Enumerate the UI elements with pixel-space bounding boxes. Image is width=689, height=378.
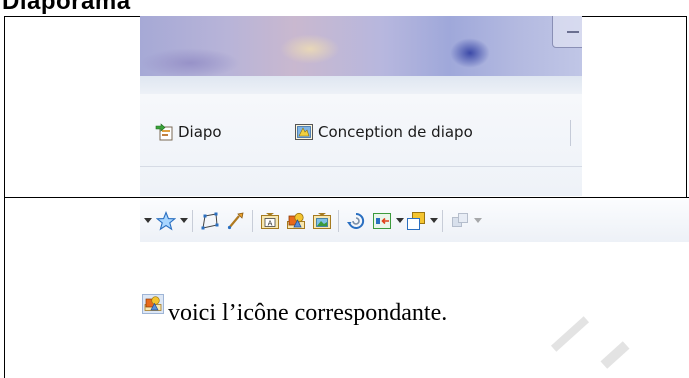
insert-image-icon: [142, 294, 164, 314]
extrusion-icon[interactable]: [450, 211, 470, 231]
toolbar-dropdown-arrow[interactable]: [396, 218, 404, 223]
ribbon-tab-strip: [140, 76, 582, 94]
ribbon-screenshot: Diapo Conception de diapo: [140, 16, 582, 196]
ribbon-group-divider: [140, 166, 582, 167]
new-slide-icon: [155, 123, 173, 141]
frame-right-border: [686, 16, 687, 198]
titlebar-blur: [140, 48, 240, 78]
arrange-icon[interactable]: [406, 211, 426, 231]
minimize-button[interactable]: [552, 16, 582, 48]
caption-text: voici l’icône correspondante.: [168, 300, 448, 326]
decorative-mark: [550, 316, 590, 352]
titlebar-blur: [280, 34, 340, 64]
toolbar-dropdown-arrow[interactable]: [180, 218, 188, 223]
new-slide-button[interactable]: Diapo: [154, 118, 222, 146]
toolbar-separator: [338, 210, 339, 232]
slide-design-button[interactable]: Conception de diapo: [294, 118, 473, 146]
decorative-mark: [600, 341, 630, 369]
star-shapes-icon[interactable]: [156, 211, 176, 231]
toolbar-separator: [192, 210, 193, 232]
slide-design-label: Conception de diapo: [318, 123, 473, 141]
new-slide-label: Diapo: [178, 123, 222, 141]
ribbon-separator: [570, 120, 571, 146]
gallery-image-icon[interactable]: [312, 211, 332, 231]
titlebar-blur: [450, 38, 490, 68]
cropped-title-strip: Diaporama: [0, 0, 689, 16]
cropped-title-text: Diaporama: [2, 0, 131, 15]
slide-design-icon: [295, 124, 313, 140]
toolbar-separator: [442, 210, 443, 232]
rotate-icon[interactable]: [346, 211, 366, 231]
glue-points-icon[interactable]: [226, 211, 246, 231]
drawing-toolbar: A: [140, 200, 689, 242]
toolbar-dropdown-arrow[interactable]: [430, 218, 438, 223]
points-icon[interactable]: [200, 211, 220, 231]
insert-image-icon[interactable]: [286, 211, 306, 231]
window-titlebar: [140, 16, 582, 78]
toolbar-dropdown-arrow: [474, 218, 482, 223]
align-icon[interactable]: [372, 211, 392, 231]
toolbar-dropdown-arrow[interactable]: [144, 218, 152, 223]
toolbar-separator: [252, 210, 253, 232]
svg-text:A: A: [268, 220, 273, 228]
text-box-icon[interactable]: A: [260, 211, 280, 231]
frame-middle-border: [4, 197, 689, 198]
